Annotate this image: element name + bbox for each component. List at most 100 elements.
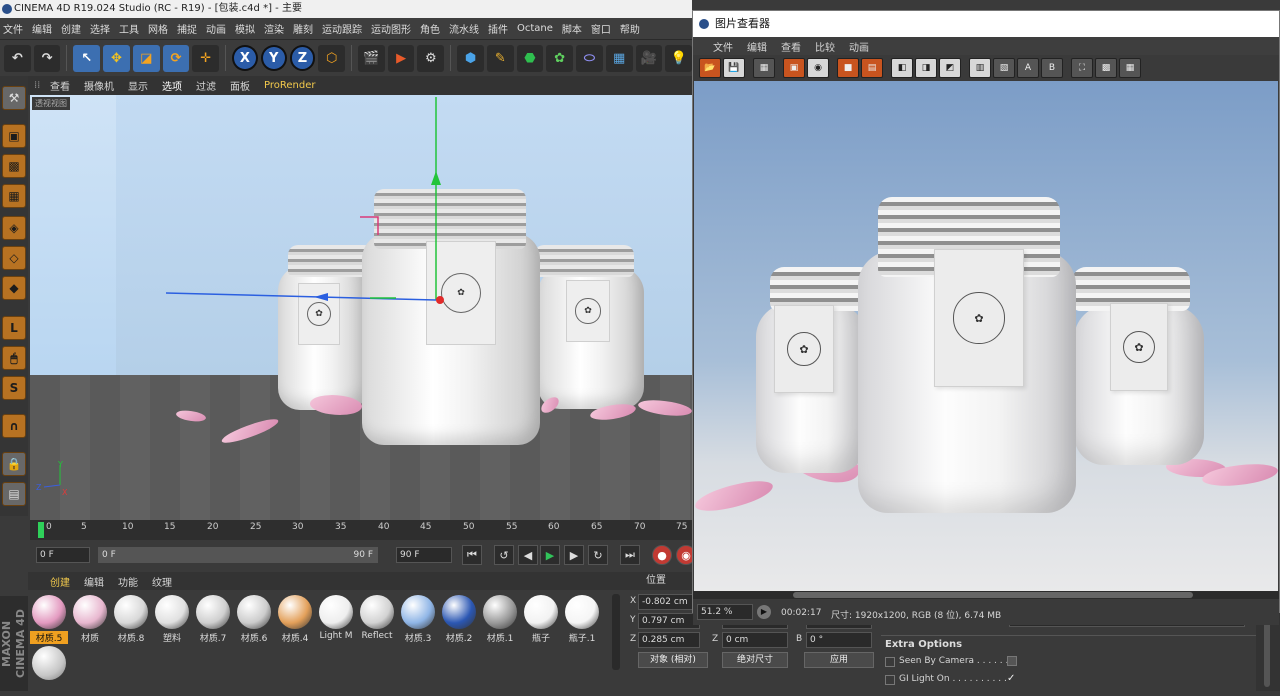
material-swatch[interactable]: 材质.5 — [30, 593, 68, 645]
previous-frame-icon[interactable]: ◀ — [518, 545, 538, 565]
go-to-end-icon[interactable]: ⏭ — [620, 545, 640, 565]
material-swatch[interactable]: Light M — [317, 593, 355, 645]
menu-edit[interactable]: 编辑 — [32, 21, 52, 36]
menu-file[interactable]: 文件 — [3, 21, 23, 36]
redo-icon[interactable]: ↷ — [33, 44, 61, 72]
pen-spline-icon[interactable]: ✎ — [486, 44, 514, 72]
menu-motion-tracking[interactable]: 运动跟踪 — [322, 21, 362, 36]
menu-render[interactable]: 渲染 — [264, 21, 284, 36]
material-menu-create[interactable]: 创建 — [50, 574, 70, 589]
previous-key-icon[interactable]: ↺ — [494, 545, 514, 565]
material-scrollbar[interactable] — [612, 594, 620, 670]
workplane-icon[interactable]: ▦ — [2, 184, 26, 208]
menu-character[interactable]: 角色 — [420, 21, 440, 36]
tweak-mode-icon[interactable]: 🖱 — [2, 346, 26, 370]
viewport-menu-panel[interactable]: 面板 — [230, 78, 250, 93]
coordinate-mode-dropdown[interactable]: 对象 (相对) — [638, 652, 708, 668]
set-a-b-icon[interactable]: B — [1041, 58, 1063, 78]
play-animation-icon[interactable]: ▶ — [757, 605, 771, 619]
viewport-menu-display[interactable]: 显示 — [128, 78, 148, 93]
frame-range-slider[interactable]: 0 F 90 F — [98, 547, 378, 563]
material-swatch[interactable]: 瓶子 — [522, 593, 560, 645]
render-settings-icon[interactable]: ⚙ — [417, 44, 445, 72]
position-x-field[interactable]: -0.802 cm — [638, 594, 700, 610]
deformer-icon[interactable]: ⬭ — [576, 44, 603, 72]
next-key-icon[interactable]: ↻ — [588, 545, 608, 565]
menu-pipeline[interactable]: 流水线 — [449, 21, 479, 36]
make-editable-icon[interactable]: ⚒ — [2, 86, 26, 110]
material-swatch[interactable]: 材质.7 — [194, 593, 232, 645]
cube-object-icon[interactable]: ⬢ — [457, 44, 484, 72]
stop-render-icon[interactable]: ■ — [837, 58, 859, 78]
menu-help[interactable]: 帮助 — [620, 21, 640, 36]
attributes-scroll-thumb[interactable] — [1264, 617, 1270, 687]
lock-workplane-icon[interactable]: 🔒 — [2, 452, 26, 476]
material-menu-texture[interactable]: 纹理 — [152, 574, 172, 589]
texture-mode-icon[interactable]: ▩ — [2, 154, 26, 178]
viewport-menu-cameras[interactable]: 摄像机 — [84, 78, 114, 93]
viewport-menu-view[interactable]: 查看 — [50, 78, 70, 93]
pv-menu-edit[interactable]: 编辑 — [747, 39, 767, 54]
region-render-icon[interactable]: ▣ — [783, 58, 805, 78]
menu-mograph[interactable]: 运动图形 — [371, 21, 411, 36]
material-swatch[interactable]: 材质.8 — [112, 593, 150, 645]
cloner-icon[interactable]: ✿ — [546, 44, 574, 72]
axis-mode-icon[interactable]: L — [2, 316, 26, 340]
menu-script[interactable]: 脚本 — [562, 21, 582, 36]
position-y-field[interactable]: 0.797 cm — [638, 613, 700, 629]
snapping-icon[interactable]: S — [2, 376, 26, 400]
points-mode-icon[interactable]: ◈ — [2, 216, 26, 240]
menu-snap[interactable]: 捕捉 — [177, 21, 197, 36]
pv-menu-compare[interactable]: 比较 — [815, 39, 835, 54]
material-swatch[interactable]: 材质.1 — [481, 593, 519, 645]
move-tool-icon[interactable]: ✥ — [103, 44, 130, 72]
viewport-menu-filter[interactable]: 过滤 — [196, 78, 216, 93]
live-select-icon[interactable]: ↖ — [73, 44, 101, 72]
current-frame-field[interactable]: 0 F — [36, 547, 90, 563]
edges-mode-icon[interactable]: ◇ — [2, 246, 26, 270]
material-swatch[interactable]: 材质.6 — [235, 593, 273, 645]
menu-tools[interactable]: 工具 — [119, 21, 139, 36]
compare-ab-icon[interactable]: ◩ — [939, 58, 961, 78]
material-swatch[interactable]: Reflect — [358, 593, 396, 645]
material-swatch[interactable]: 瓶子.1 — [563, 593, 601, 645]
channel-rgb-icon[interactable]: ▥ — [969, 58, 991, 78]
channel-alpha-icon[interactable]: ▧ — [993, 58, 1015, 78]
material-swatch[interactable]: 材质.2 — [440, 593, 478, 645]
pv-menu-file[interactable]: 文件 — [713, 39, 733, 54]
z-axis-lock-button[interactable]: Z — [289, 45, 316, 71]
picture-viewer-scrollbar[interactable] — [693, 591, 1279, 599]
rotation-b-field[interactable]: 0 ° — [806, 632, 872, 648]
region-icon[interactable]: ▦ — [753, 58, 775, 78]
material-menu-edit[interactable]: 编辑 — [84, 574, 104, 589]
material-swatch[interactable]: 材质.3 — [399, 593, 437, 645]
go-to-start-icon[interactable]: ⏮ — [462, 545, 482, 565]
x-axis-lock-button[interactable]: X — [232, 45, 258, 71]
zoom-field[interactable]: 51.2 % — [697, 604, 753, 620]
render-view-icon[interactable]: 🎬 — [358, 44, 385, 72]
move-gizmo[interactable] — [30, 95, 692, 520]
seen-by-camera-anim-icon[interactable] — [885, 657, 895, 667]
seen-by-camera-checkbox[interactable] — [1007, 656, 1017, 666]
coordinate-system-icon[interactable]: ⬡ — [318, 44, 346, 72]
record-keys-icon[interactable]: ● — [652, 545, 672, 565]
copy-frame-icon[interactable]: ▤ — [861, 58, 883, 78]
light-object-icon[interactable]: 💡 — [665, 44, 692, 72]
viewport-menu-options[interactable]: 选项 — [162, 78, 182, 93]
material-menu-function[interactable]: 功能 — [118, 574, 138, 589]
viewport-menu-prorender[interactable]: ProRender — [264, 80, 315, 91]
size-mode-dropdown[interactable]: 绝对尺寸 — [722, 652, 788, 668]
filter-icon[interactable]: ▦ — [1119, 58, 1141, 78]
menu-animate[interactable]: 动画 — [206, 21, 226, 36]
size-z-field[interactable]: 0 cm — [722, 632, 788, 648]
pv-menu-animation[interactable]: 动画 — [849, 39, 869, 54]
play-forward-icon[interactable]: ▶ — [540, 545, 560, 565]
gi-light-on-checkbox[interactable]: ✓ — [1007, 673, 1019, 685]
camera-object-icon[interactable]: 🎥 — [635, 44, 663, 72]
magnet-snap-icon[interactable]: ∩ — [2, 414, 26, 438]
rotate-tool-icon[interactable]: ⟳ — [162, 44, 190, 72]
material-swatch[interactable] — [30, 644, 68, 696]
rendered-image[interactable]: ✿ ✿ ✿ — [694, 81, 1278, 591]
compare-a-icon[interactable]: ◧ — [891, 58, 913, 78]
render-to-picture-viewer-icon[interactable]: ▶ — [387, 44, 415, 72]
